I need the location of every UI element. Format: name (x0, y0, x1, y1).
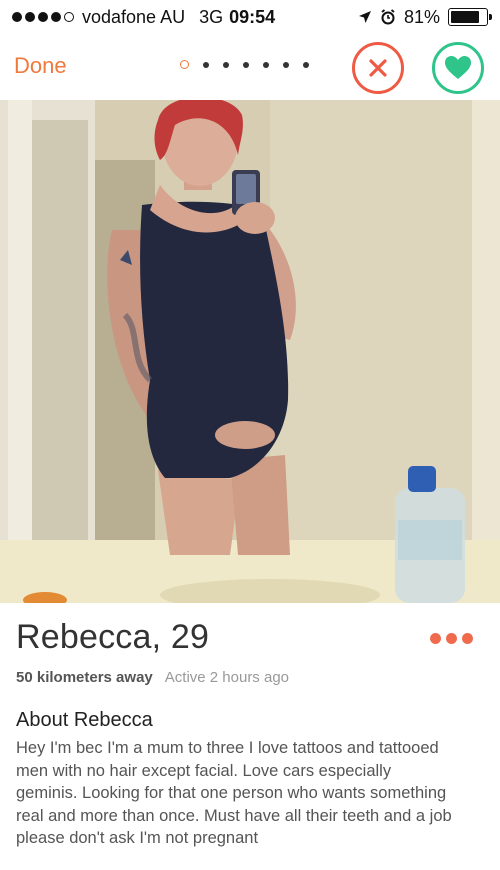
page-dot[interactable] (283, 61, 289, 68)
about-heading: About Rebecca (16, 709, 153, 731)
page-dot[interactable] (303, 61, 309, 68)
profile-meta: 50 kilometers away Active 2 hours ago (16, 669, 289, 686)
nope-button[interactable] (352, 42, 404, 94)
heart-icon (445, 56, 471, 79)
page-dot[interactable] (180, 60, 189, 69)
page-dot[interactable] (243, 61, 249, 68)
page-dot[interactable] (263, 61, 269, 68)
profile-name-age: Rebecca, 29 (16, 618, 210, 656)
nav-bar: Done (0, 34, 500, 98)
alarm-icon (381, 9, 395, 25)
more-options-icon[interactable] (430, 633, 473, 644)
network-type: 3G (199, 6, 224, 27)
photo-page-indicator[interactable] (180, 60, 309, 69)
profile-photo[interactable] (0, 100, 500, 603)
status-bar: vodafone AU 3G 09:54 81% (0, 0, 500, 34)
close-icon (369, 59, 387, 77)
battery-level (451, 11, 479, 23)
clock: 09:54 (229, 6, 276, 27)
signal-strength-icon (12, 12, 74, 22)
like-button[interactable] (432, 42, 484, 94)
battery-icon (448, 8, 492, 26)
page-dot[interactable] (223, 61, 229, 68)
done-button[interactable]: Done (14, 53, 67, 79)
battery-percent: 81% (403, 6, 440, 27)
carrier-name: vodafone AU (82, 6, 186, 27)
location-arrow-icon (358, 11, 371, 23)
about-text: Hey I'm bec I'm a mum to three I love ta… (16, 739, 452, 847)
distance-label: 50 kilometers away (16, 669, 153, 686)
page-dot[interactable] (203, 61, 209, 68)
last-active-label: Active 2 hours ago (164, 669, 290, 686)
